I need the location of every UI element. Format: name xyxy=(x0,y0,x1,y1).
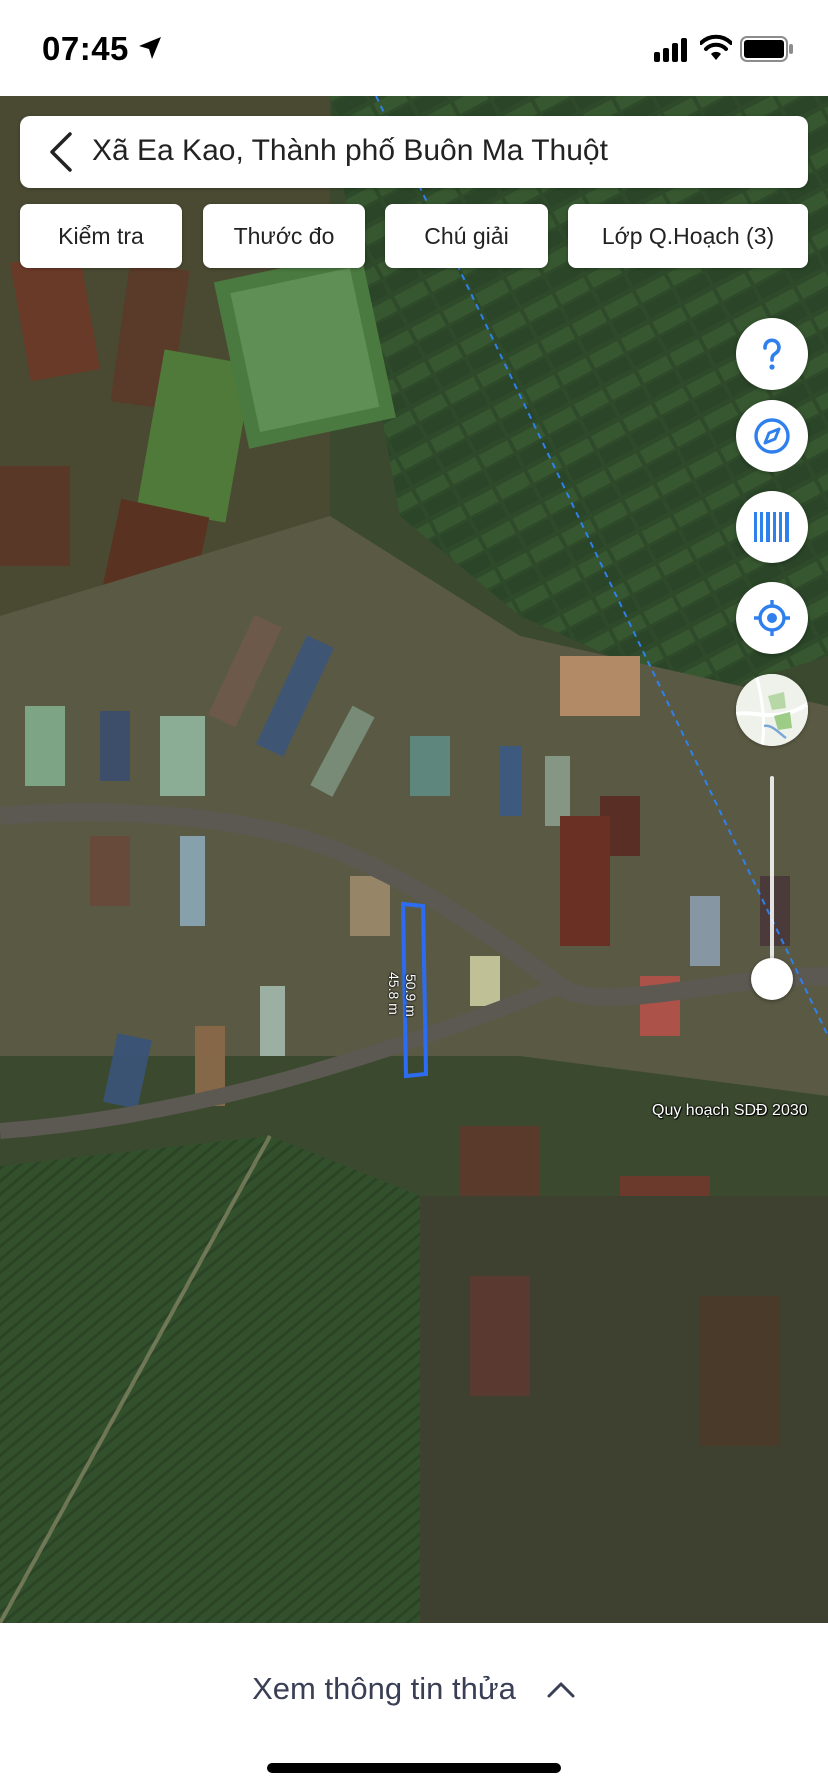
home-indicator[interactable] xyxy=(267,1763,561,1773)
parcel-width-label: 45.8 m xyxy=(386,972,402,1015)
chevron-left-icon[interactable] xyxy=(42,130,82,174)
map-thumbnail-icon xyxy=(736,674,808,746)
status-bar: 07:45 xyxy=(0,0,828,96)
check-button[interactable]: Kiểm tra xyxy=(20,204,182,268)
planning-layers-button[interactable]: Lớp Q.Hoạch (3) xyxy=(568,204,808,268)
compass-button[interactable] xyxy=(736,400,808,472)
status-time: 07:45 xyxy=(42,30,129,67)
battery-icon xyxy=(740,36,793,62)
my-location-icon xyxy=(754,600,790,636)
legend-button[interactable]: Chú giải xyxy=(385,204,548,268)
compass-icon xyxy=(754,418,790,454)
measure-button[interactable]: Thước đo xyxy=(203,204,365,268)
search-bar[interactable]: Xã Ea Kao, Thành phố Buôn Ma Thuột xyxy=(20,116,808,188)
search-location-text[interactable]: Xã Ea Kao, Thành phố Buôn Ma Thuột xyxy=(92,134,608,168)
barcode-button[interactable] xyxy=(736,491,808,563)
layer-opacity-slider-track[interactable] xyxy=(770,776,774,978)
parcel-info-title: Xem thông tin thửa xyxy=(252,1671,516,1706)
satellite-map[interactable]: 45.8 m 50.9 m xyxy=(0,96,828,1623)
bottom-sheet[interactable]: Xem thông tin thửa xyxy=(0,1623,828,1792)
cellular-signal-icon xyxy=(654,38,687,62)
my-location-button[interactable] xyxy=(736,582,808,654)
help-icon xyxy=(763,338,781,370)
parcel-length-label: 50.9 m xyxy=(403,974,419,1017)
planning-layer-label: Quy hoạch SDĐ 2030 xyxy=(652,1102,808,1119)
barcode-icon xyxy=(754,512,789,542)
chevron-up-icon xyxy=(547,1682,575,1698)
wifi-icon xyxy=(700,34,732,60)
help-button[interactable] xyxy=(736,318,808,390)
location-arrow-icon xyxy=(139,37,161,59)
base-map-toggle-button[interactable] xyxy=(736,674,808,746)
parcel-info-toggle[interactable]: Xem thông tin thửa xyxy=(0,1671,828,1707)
layer-opacity-slider-thumb[interactable] xyxy=(751,958,793,1000)
satellite-imagery xyxy=(0,96,828,1623)
